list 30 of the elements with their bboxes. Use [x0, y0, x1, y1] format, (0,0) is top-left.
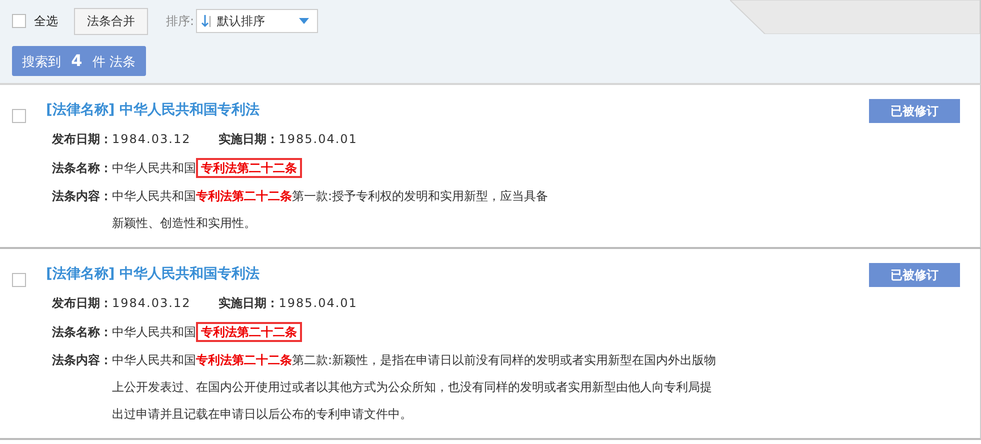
article-name: 中华人民共和国专利法第二十二条: [112, 156, 302, 181]
revised-button[interactable]: 已被修订: [869, 263, 960, 287]
article-content: 中华人民共和国专利法第二十二条第一款:授予专利权的发明和实用新型，应当具备 新颖性、创造性和实用性。: [112, 188, 548, 232]
result-count: 搜索到 4 件 法条: [12, 46, 146, 76]
field-label: 法条名称：: [52, 160, 112, 177]
article-content: 中华人民共和国专利法第二十二条第二款:新颖性，是指在申请日以前没有同样的发明或者实用新型在国内外出版物 上公开发表过、在国内公开使用过或者以其他方式为公众所知，也没有同样的发明或者实用新型由他人向专利局提 出过申请并且记载在申请日以后公布的专利申请文件中。: [112, 352, 716, 423]
article-name: 中华人民共和国专利法第二十二条: [112, 320, 302, 345]
checkbox[interactable]: [12, 109, 26, 123]
field-label: 发布日期：: [52, 295, 112, 312]
sort-icon: [201, 14, 214, 28]
checkbox[interactable]: [12, 14, 26, 28]
revised-button[interactable]: 已被修订: [869, 99, 960, 123]
sort-label: 排序:: [166, 12, 194, 30]
publish-date: 1984.03.12: [112, 295, 191, 312]
merge-button[interactable]: 法条合并: [74, 8, 148, 34]
select-all-label: 全选: [34, 12, 58, 30]
field-label: 实施日期：: [218, 295, 279, 312]
law-title[interactable]: [法律名称] 中华人民共和国专利法: [46, 101, 260, 119]
field-label: 发布日期：: [52, 131, 112, 148]
publish-date: 1984.03.12: [112, 131, 191, 148]
caret-icon: [299, 18, 310, 24]
law-title[interactable]: [法律名称] 中华人民共和国专利法: [46, 265, 260, 283]
effective-date: 1985.04.01: [278, 295, 358, 312]
effective-date: 1985.04.01: [278, 131, 358, 148]
field-label: 实施日期：: [218, 131, 279, 148]
field-label: 法条名称：: [52, 324, 112, 341]
sort-dropdown[interactable]: 默认排序: [196, 9, 318, 33]
checkbox[interactable]: [12, 273, 26, 287]
field-label: 法条内容：: [52, 188, 112, 205]
field-label: 法条内容：: [52, 352, 112, 369]
